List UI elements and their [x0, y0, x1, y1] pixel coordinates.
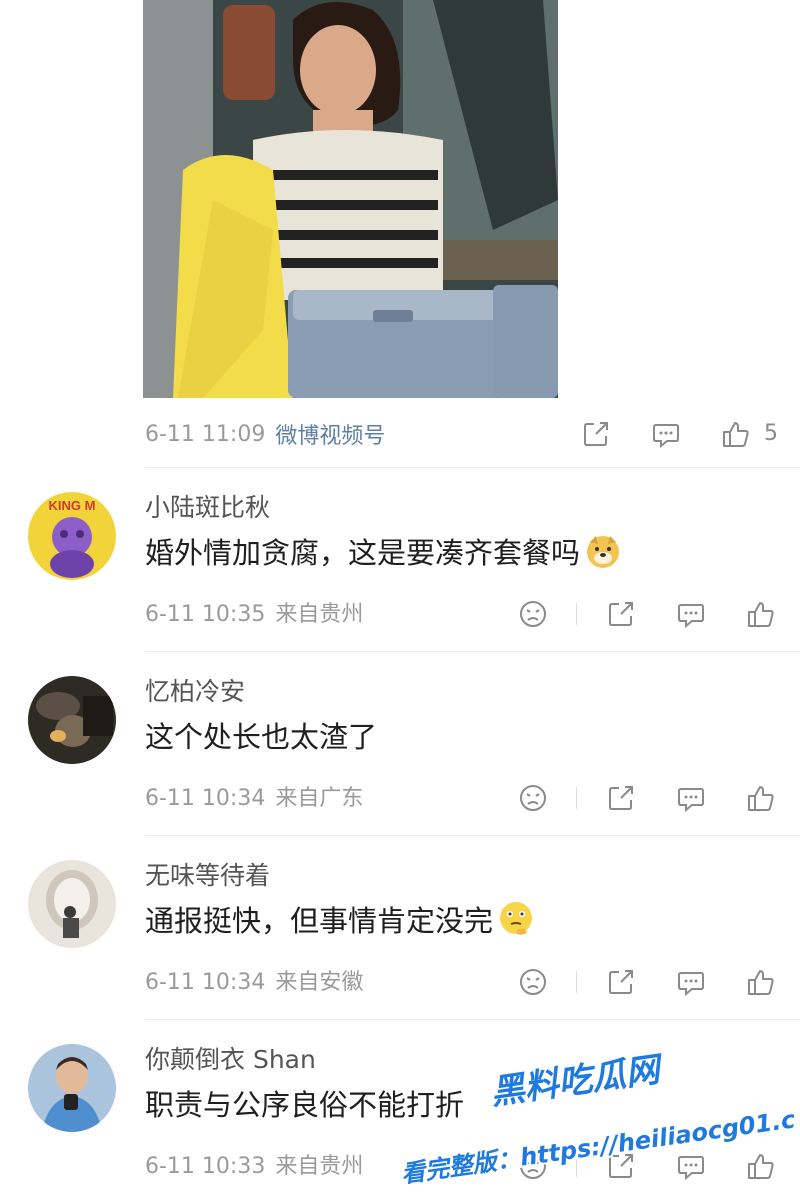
- avatar[interactable]: [28, 860, 116, 948]
- separator: [576, 971, 577, 993]
- like-icon[interactable]: [745, 598, 777, 630]
- like-icon[interactable]: [745, 966, 777, 998]
- avatar-badge-text: KING M: [49, 498, 96, 513]
- comment-item: 你颠倒衣 Shan 职责与公序良俗不能打折 6-11 10:33 来自贵州: [0, 1020, 800, 1203]
- comment-time: 6-11 10:35: [145, 602, 266, 627]
- comment-username[interactable]: 无味等待着: [145, 856, 270, 892]
- comment-text-body: 职责与公序良俗不能打折: [145, 1088, 465, 1122]
- comment-icon[interactable]: [675, 782, 707, 814]
- mirror-selfie-image: [143, 0, 558, 398]
- doge-emoji-icon: [584, 532, 622, 570]
- comment-meta: 6-11 10:33 来自贵州: [145, 1148, 363, 1180]
- comment-text-body: 这个处长也太渣了: [145, 720, 378, 754]
- dislike-icon[interactable]: [517, 782, 549, 814]
- share-icon[interactable]: [605, 782, 637, 814]
- comment-text: 婚外情加贪腐，这是要凑齐套餐吗: [145, 530, 622, 572]
- comment-item: 忆柏冷安 这个处长也太渣了 6-11 10:34 来自广东: [0, 652, 800, 835]
- comment-icon[interactable]: [675, 1150, 707, 1182]
- comment-text-body: 婚外情加贪腐，这是要凑齐套餐吗: [145, 536, 581, 570]
- comment-time: 6-11 10:34: [145, 786, 266, 811]
- separator: [576, 603, 577, 625]
- like-icon[interactable]: [720, 418, 752, 450]
- comment-text-body: 通报挺快，但事情肯定没完: [145, 904, 494, 938]
- comment-text: 职责与公序良俗不能打折: [145, 1082, 464, 1124]
- comment-item: 无味等待着 通报挺快，但事情肯定没完 6-11 10:34 来自安徽: [0, 836, 800, 1019]
- like-count: 5: [764, 421, 778, 446]
- comment-time: 6-11 10:33: [145, 1154, 266, 1179]
- comment-username[interactable]: 你颠倒衣 Shan: [145, 1040, 316, 1076]
- comment-icon[interactable]: [650, 418, 682, 450]
- comment-username[interactable]: 小陆斑比秋: [145, 488, 270, 524]
- share-icon[interactable]: [580, 418, 612, 450]
- avatar[interactable]: [28, 1044, 116, 1132]
- comment-item: KING M 小陆斑比秋 婚外情加贪腐，这是要凑齐套餐吗 6-11 10:35 来…: [0, 468, 800, 651]
- separator: [576, 1155, 577, 1177]
- share-icon[interactable]: [605, 966, 637, 998]
- comment-location: 来自广东: [275, 786, 364, 811]
- comment-location: 来自贵州: [275, 1154, 364, 1179]
- dislike-icon[interactable]: [517, 598, 549, 630]
- post-source-link[interactable]: 微博视频号: [275, 418, 385, 450]
- comment-time: 6-11 10:34: [145, 970, 266, 995]
- comment-icon[interactable]: [675, 966, 707, 998]
- dislike-icon[interactable]: [517, 966, 549, 998]
- share-icon[interactable]: [605, 598, 637, 630]
- comment-username[interactable]: 忆柏冷安: [145, 672, 245, 708]
- post-video-thumbnail[interactable]: [143, 0, 558, 398]
- post-meta: 6-11 11:09 微博视频号: [145, 416, 385, 452]
- avatar[interactable]: [28, 676, 116, 764]
- comment-location: 来自贵州: [275, 602, 364, 627]
- thinking-emoji-icon: [497, 900, 535, 938]
- comment-meta: 6-11 10:34 来自广东: [145, 780, 363, 812]
- comment-meta: 6-11 10:34 来自安徽: [145, 964, 363, 996]
- comment-text: 通报挺快，但事情肯定没完: [145, 898, 535, 940]
- dislike-icon[interactable]: [517, 1150, 549, 1182]
- separator: [576, 787, 577, 809]
- like-icon[interactable]: [745, 1150, 777, 1182]
- comment-location: 来自安徽: [275, 970, 364, 995]
- comment-text: 这个处长也太渣了: [145, 714, 377, 756]
- avatar[interactable]: KING M: [28, 492, 116, 580]
- share-icon[interactable]: [605, 1150, 637, 1182]
- post-time: 6-11 11:09: [145, 421, 266, 447]
- comment-meta: 6-11 10:35 来自贵州: [145, 596, 363, 628]
- like-icon[interactable]: [745, 782, 777, 814]
- comment-icon[interactable]: [675, 598, 707, 630]
